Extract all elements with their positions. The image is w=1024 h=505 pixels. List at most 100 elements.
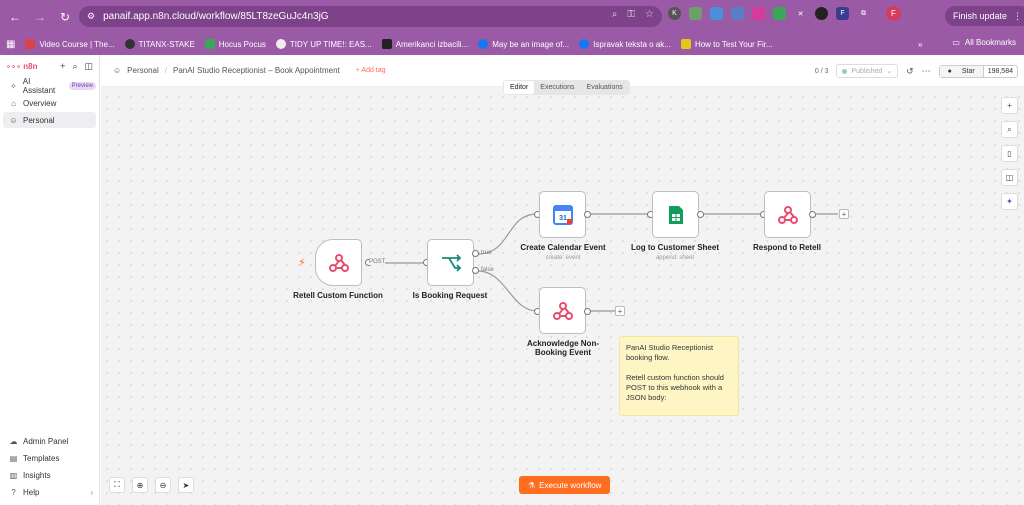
zoom-in-icon[interactable]: ⊕ <box>132 477 148 493</box>
extension-icon[interactable]: K <box>668 7 681 20</box>
extension-icon[interactable]: ✕ <box>794 7 807 20</box>
add-tag-button[interactable]: + Add tag <box>356 67 386 74</box>
tab-evaluations[interactable]: Evaluations <box>581 81 629 94</box>
add-node-icon[interactable]: + <box>1001 97 1018 114</box>
bookmark-item[interactable]: TIDY UP TIME!: EAS... <box>275 39 372 49</box>
published-button[interactable]: Published ⌄ <box>836 64 899 78</box>
bookmark-item[interactable]: Hocus Pocus <box>204 39 266 49</box>
chevron-double-right-icon[interactable]: » <box>918 40 922 49</box>
switch-branch-icon <box>441 253 461 272</box>
status-dot-icon <box>842 68 848 74</box>
extension-icon[interactable] <box>773 7 786 20</box>
output-port-true[interactable] <box>472 250 479 257</box>
finish-update-button[interactable]: Finish update ⋮ <box>945 6 1024 26</box>
apps-grid-icon[interactable]: ▦ <box>6 39 15 50</box>
zoom-out-icon[interactable]: ⊖ <box>155 477 171 493</box>
add-node-plus-icon[interactable]: + <box>839 209 849 219</box>
star-count: 198,584 <box>987 67 1013 75</box>
extension-icon[interactable] <box>752 7 765 20</box>
breadcrumb: ☺ Personal / PanAI Studio Receptionist –… <box>113 66 386 75</box>
sidebar-item-ai-assistant[interactable]: ✧ AI Assistant Preview <box>3 77 96 95</box>
reload-icon[interactable]: ↻ <box>55 7 75 27</box>
collapse-sidebar-icon[interactable]: ◫ <box>84 61 93 72</box>
execute-workflow-button[interactable]: ⚗ Execute workflow <box>519 476 611 494</box>
pointer-icon[interactable]: ➤ <box>178 477 194 493</box>
cloud-icon: ☁ <box>9 436 18 446</box>
bookmark-item[interactable]: Video Course | The... <box>25 39 115 49</box>
site-info-icon[interactable]: ⚙ <box>87 11 95 22</box>
workflow-name[interactable]: PanAI Studio Receptionist – Book Appoint… <box>173 66 340 75</box>
published-label: Published <box>851 67 883 75</box>
output-port[interactable] <box>584 308 591 315</box>
extension-icon[interactable] <box>815 7 828 20</box>
node-is-booking-request[interactable] <box>427 239 474 286</box>
search-icon[interactable]: ⌕ <box>72 61 77 72</box>
search-icon[interactable]: ⌕ <box>1001 121 1018 138</box>
node-respond-to-retell[interactable] <box>764 191 811 238</box>
sidebar-item-templates[interactable]: ▤ Templates <box>3 450 97 466</box>
github-star-button[interactable]: ● Star 198,584 <box>938 64 1018 78</box>
node-label: Create Calendar Event <box>520 243 606 252</box>
address-bar[interactable]: ⚙ panaif.app.n8n.cloud/workflow/85LT8zeG… <box>79 6 662 27</box>
plus-icon[interactable]: + <box>60 61 65 72</box>
count-label: 0 / 3 <box>814 67 829 75</box>
node-subtitle: create: event <box>545 255 581 261</box>
tab-executions[interactable]: Executions <box>534 81 580 94</box>
profile-avatar[interactable]: F <box>886 6 901 21</box>
webhook-icon <box>328 253 349 272</box>
canvas-bottom-toolbar: ⛶ ⊕ ⊖ ➤ <box>109 477 194 493</box>
globe-icon <box>275 39 286 49</box>
n8n-logo[interactable]: ∘∘∘ n8n <box>6 62 38 71</box>
panel-icon[interactable]: ◫ <box>1001 169 1018 186</box>
bookmark-item[interactable]: May be an image of... <box>478 39 569 49</box>
back-icon[interactable]: ← <box>5 7 25 27</box>
zoom-icon[interactable]: ⌕ <box>612 9 618 20</box>
workflow-canvas[interactable]: ☺ Personal / PanAI Studio Receptionist –… <box>101 55 1024 505</box>
extension-icon[interactable] <box>689 7 702 20</box>
node-acknowledge-non-booking-event[interactable] <box>539 287 586 334</box>
breadcrumb-project[interactable]: Personal <box>127 66 159 75</box>
node-retell-custom-function[interactable] <box>315 239 362 286</box>
sidebar-item-insights[interactable]: ▥ Insights <box>3 467 97 483</box>
all-bookmarks-label: All Bookmarks <box>964 38 1016 47</box>
browser-chrome: ← → ↻ ⚙ panaif.app.n8n.cloud/workflow/85… <box>0 0 1024 55</box>
sidebar-item-admin-panel[interactable]: ☁ Admin Panel <box>3 433 97 449</box>
bookmark-star-icon[interactable]: ☆ <box>645 9 654 20</box>
sidebar-item-overview[interactable]: ⌂ Overview <box>3 95 96 111</box>
more-horizontal-icon[interactable]: ⋯ <box>922 66 931 77</box>
output-port[interactable] <box>809 211 816 218</box>
webhook-icon <box>552 301 573 320</box>
output-port-false[interactable] <box>472 267 479 274</box>
bookmark-label: How to Test Your Fir... <box>694 39 773 49</box>
extension-icon[interactable] <box>731 7 744 20</box>
bookmark-item[interactable]: How to Test Your Fir... <box>680 39 773 49</box>
node-create-calendar-event[interactable]: 31 <box>539 191 586 238</box>
bookmark-item[interactable]: Amerikanci izbacili... <box>381 39 468 49</box>
bookmark-item[interactable]: TITANX-STAKE <box>124 39 195 49</box>
preview-badge: Preview <box>68 82 96 90</box>
bookmark-label: Hocus Pocus <box>218 39 266 49</box>
sticky-note[interactable]: PanAI Studio Receptionist booking flow. … <box>619 336 739 416</box>
sidebar-item-personal[interactable]: ☺ Personal <box>3 112 96 128</box>
user-icon: ☺ <box>113 66 122 75</box>
bookmark-favicon-icon <box>204 39 215 49</box>
url-text[interactable]: panaif.app.n8n.cloud/workflow/85LT8zeGuJ… <box>103 11 329 22</box>
ai-sparkle-icon[interactable]: ✦ <box>1001 193 1018 210</box>
add-node-plus-icon[interactable]: + <box>615 306 625 316</box>
sidebar-item-help[interactable]: ? Help › <box>3 484 97 500</box>
bookmark-item[interactable]: Ispravak teksta o ak... <box>579 39 671 49</box>
node-log-to-customer-sheet[interactable] <box>652 191 699 238</box>
fit-view-icon[interactable]: ⛶ <box>109 477 125 493</box>
all-bookmarks-button[interactable]: ▭ All Bookmarks <box>952 38 1016 47</box>
extension-icon[interactable] <box>710 7 723 20</box>
extension-icon[interactable]: F <box>836 7 849 20</box>
tab-editor[interactable]: Editor <box>504 81 535 94</box>
output-port[interactable] <box>584 211 591 218</box>
sticky-note-icon[interactable]: ▯ <box>1001 145 1018 162</box>
output-port[interactable] <box>697 211 704 218</box>
extensions-puzzle-icon[interactable]: ⧉ <box>857 7 870 20</box>
history-icon[interactable]: ↺ <box>906 66 914 77</box>
bookmark-label: Ispravak teksta o ak... <box>593 39 671 49</box>
forward-icon[interactable]: → <box>30 7 50 27</box>
password-key-icon[interactable]: ⚿ <box>627 9 635 20</box>
